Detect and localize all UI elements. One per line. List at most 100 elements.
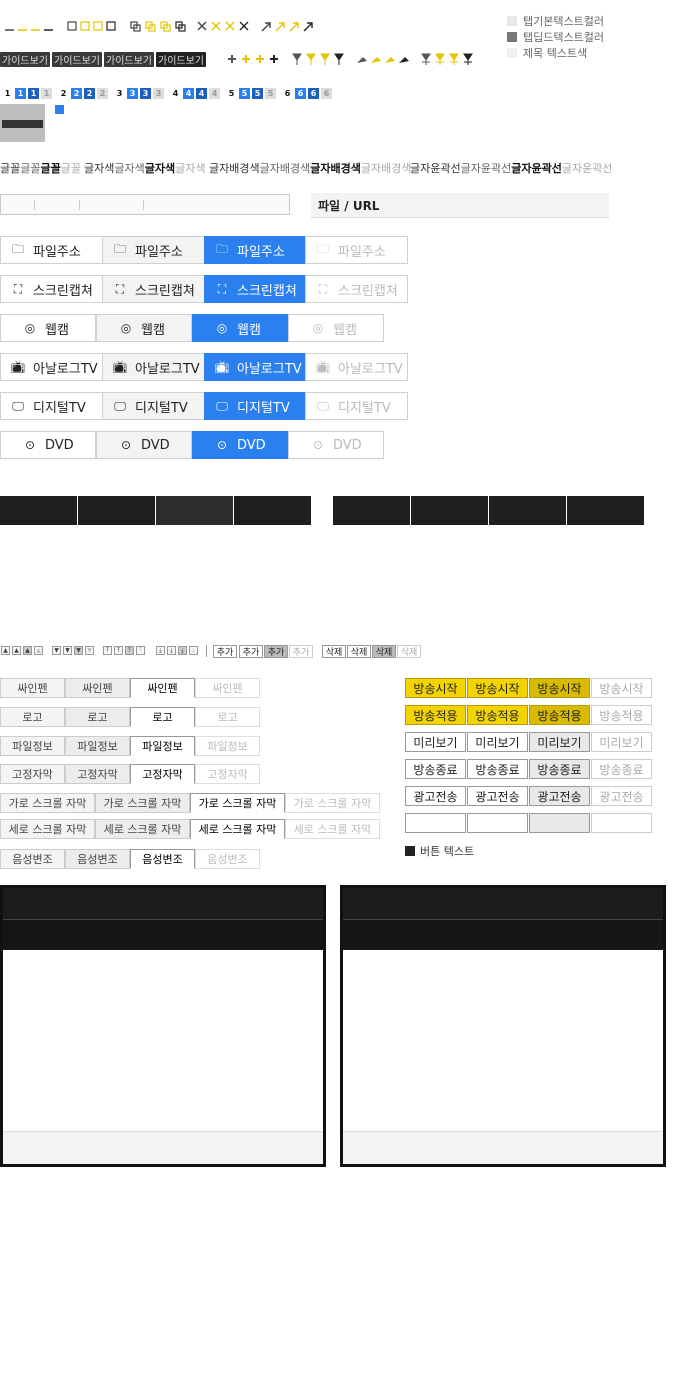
screen-capture-button[interactable]: ⛶ 스크린캡쳐 [305, 275, 408, 303]
delete-button[interactable]: 삭제 [322, 645, 346, 658]
num-badge[interactable]: 6 [295, 88, 306, 99]
dark-tab[interactable] [567, 496, 644, 525]
dark-tab[interactable] [234, 496, 311, 525]
file-address-button[interactable]: 🗀 파일주소 [305, 236, 408, 264]
delete-button[interactable]: 삭제 [397, 645, 421, 658]
to-top-icon[interactable]: ⤒ [136, 646, 145, 655]
num-badge[interactable]: 1 [41, 88, 52, 99]
font-bg-sample[interactable]: 글자배경색 [310, 162, 361, 175]
font-sample[interactable]: 글꼴 [61, 162, 81, 175]
screen-capture-button[interactable]: ⛶ 스크린캡쳐 [102, 275, 205, 303]
to-top-icon[interactable]: ⤒ [114, 646, 123, 655]
ad-send-button[interactable]: 광고전송 [529, 786, 590, 806]
num-badge[interactable]: 6 [308, 88, 319, 99]
num-badge[interactable]: 5 [265, 88, 276, 99]
broadcast-end-button[interactable]: 방송종료 [529, 759, 590, 779]
dark-tab[interactable] [411, 496, 488, 525]
broadcast-end-button[interactable]: 방송종료 [591, 759, 652, 779]
ad-send-button[interactable]: 광고전송 [591, 786, 652, 806]
guide-button[interactable]: 가이드보기 [52, 52, 102, 67]
down-arrow-icon[interactable]: ▼ [74, 646, 83, 655]
dark-tab[interactable] [0, 496, 77, 525]
analog-tv-button[interactable]: 📺︎ 아날로그TV [0, 353, 103, 381]
tab-h-scroll-caption[interactable]: 가로 스크롤 자막 [190, 793, 285, 813]
ad-send-button[interactable]: 광고전송 [467, 786, 528, 806]
num-badge[interactable]: 1 [2, 88, 13, 99]
delete-button[interactable]: 삭제 [372, 645, 396, 658]
dvd-button[interactable]: ⊙ DVD [192, 431, 288, 459]
webcam-button[interactable]: ◎ 웹캠 [288, 314, 384, 342]
add-button[interactable]: 추가 [289, 645, 313, 658]
up-arrow-icon[interactable]: ▲ [1, 646, 10, 655]
num-badge[interactable]: 4 [183, 88, 194, 99]
tab-file-info[interactable]: 파일정보 [65, 736, 130, 756]
digital-tv-button[interactable]: 🖵 디지털TV [0, 392, 103, 420]
guide-button[interactable]: 가이드보기 [156, 52, 206, 67]
to-bottom-icon[interactable]: ⤓ [167, 646, 176, 655]
screen-capture-button[interactable]: ⛶ 스크린캡쳐 [0, 275, 103, 303]
blank-button[interactable] [591, 813, 652, 833]
font-color-sample[interactable]: 글자색 [84, 162, 114, 175]
preview-button[interactable]: 미리보기 [529, 732, 590, 752]
dark-tab[interactable] [489, 496, 566, 525]
up-arrow-icon[interactable]: ▲ [23, 646, 32, 655]
broadcast-start-button[interactable]: 방송시작 [529, 678, 590, 698]
tab-h-scroll-caption[interactable]: 가로 스크롤 자막 [0, 793, 95, 813]
num-badge[interactable]: 4 [196, 88, 207, 99]
preview-button[interactable]: 미리보기 [405, 732, 466, 752]
analog-tv-button[interactable]: 📺︎ 아날로그TV [102, 353, 205, 381]
broadcast-end-button[interactable]: 방송종료 [467, 759, 528, 779]
blank-button[interactable] [405, 813, 466, 833]
num-badge[interactable]: 2 [97, 88, 108, 99]
font-sample[interactable]: 글꼴 [0, 162, 20, 175]
broadcast-start-button[interactable]: 방송시작 [405, 678, 466, 698]
broadcast-apply-button[interactable]: 방송적용 [529, 705, 590, 725]
num-badge[interactable]: 5 [226, 88, 237, 99]
font-bg-sample[interactable]: 글자배경색 [361, 162, 412, 175]
webcam-button[interactable]: ◎ 웹캠 [0, 314, 96, 342]
digital-tv-button[interactable]: 🖵 디지털TV [102, 392, 205, 420]
ad-send-button[interactable]: 광고전송 [405, 786, 466, 806]
down-arrow-icon[interactable]: ▼ [52, 646, 61, 655]
tab-fixed-caption[interactable]: 고정자막 [130, 764, 195, 784]
tab-logo[interactable]: 로고 [130, 707, 195, 727]
tab-logo[interactable]: 로고 [195, 707, 260, 727]
num-badge[interactable]: 2 [84, 88, 95, 99]
to-bottom-icon[interactable]: ⤓ [156, 646, 165, 655]
add-button[interactable]: 추가 [264, 645, 288, 658]
tab-fixed-caption[interactable]: 고정자막 [65, 764, 130, 784]
file-address-button[interactable]: 🗀 파일주소 [102, 236, 205, 264]
num-badge[interactable]: 4 [170, 88, 181, 99]
to-bottom-icon[interactable]: ⤓ [178, 646, 187, 655]
num-badge[interactable]: 4 [209, 88, 220, 99]
segmented-input[interactable] [0, 194, 290, 215]
dark-tab[interactable] [78, 496, 155, 525]
tab-logo[interactable]: 로고 [65, 707, 130, 727]
analog-tv-button[interactable]: 📺︎ 아날로그TV [204, 353, 306, 381]
num-badge[interactable]: 3 [140, 88, 151, 99]
up-arrow-icon[interactable]: ▲ [34, 646, 43, 655]
add-button[interactable]: 추가 [239, 645, 263, 658]
tab-v-scroll-caption[interactable]: 세로 스크롤 자막 [285, 819, 380, 839]
font-outline-sample[interactable]: 글자윤곽선 [461, 162, 512, 175]
digital-tv-button[interactable]: 🖵 디지털TV [305, 392, 408, 420]
font-color-sample[interactable]: 글자색 [175, 162, 205, 175]
dark-tab[interactable] [333, 496, 410, 525]
tab-sign-pen[interactable]: 싸인펜 [0, 678, 65, 698]
tab-logo[interactable]: 로고 [0, 707, 65, 727]
dvd-button[interactable]: ⊙ DVD [288, 431, 384, 459]
broadcast-apply-button[interactable]: 방송적용 [591, 705, 652, 725]
tab-voice-mod[interactable]: 음성변조 [0, 849, 65, 869]
down-arrow-icon[interactable]: ▼ [63, 646, 72, 655]
num-badge[interactable]: 6 [321, 88, 332, 99]
font-bg-sample[interactable]: 글자배경색 [260, 162, 311, 175]
num-badge[interactable]: 3 [114, 88, 125, 99]
delete-button[interactable]: 삭제 [347, 645, 371, 658]
font-sample[interactable]: 글꼴 [20, 162, 40, 175]
blank-button[interactable] [529, 813, 590, 833]
broadcast-apply-button[interactable]: 방송적용 [467, 705, 528, 725]
font-outline-sample[interactable]: 글자윤곽선 [410, 162, 461, 175]
tab-sign-pen[interactable]: 싸인펜 [65, 678, 130, 698]
broadcast-apply-button[interactable]: 방송적용 [405, 705, 466, 725]
font-color-sample[interactable]: 글자색 [114, 162, 144, 175]
